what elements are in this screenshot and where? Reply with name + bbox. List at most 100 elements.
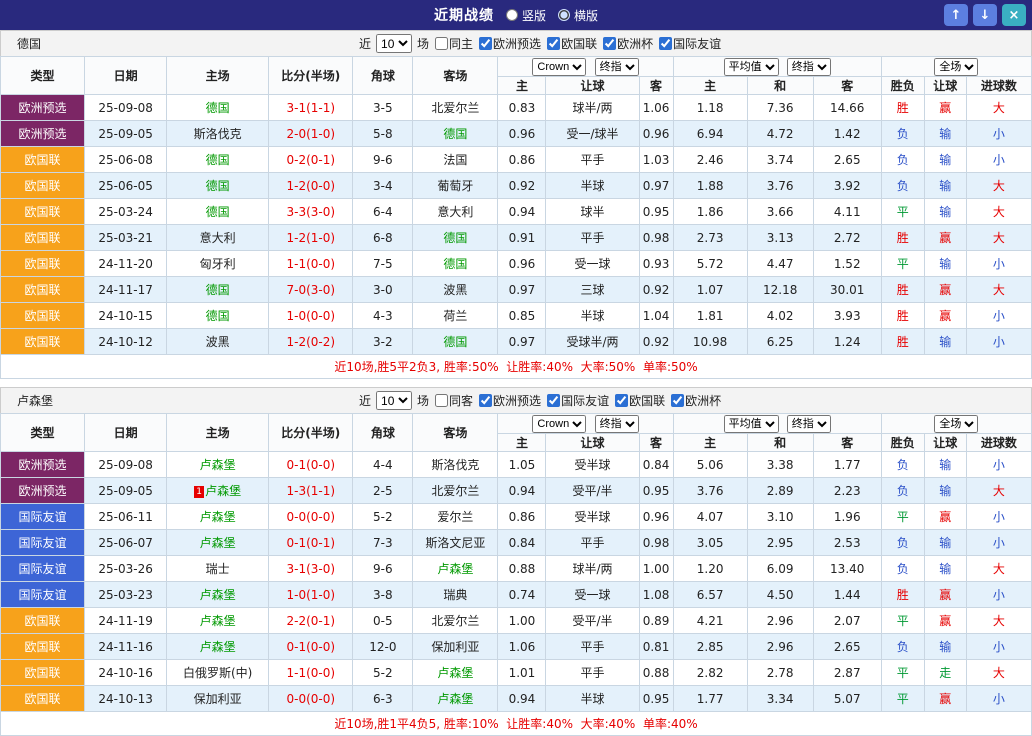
competition-type-badge: 欧国联 xyxy=(1,660,85,686)
competition-checkbox[interactable] xyxy=(547,37,560,50)
asia-odds-time-select[interactable]: 终指 xyxy=(595,415,639,433)
subcol-asia-home: 主 xyxy=(498,434,546,452)
euro-odds-home: 6.94 xyxy=(673,121,747,147)
horizontal-layout-radio[interactable] xyxy=(558,9,570,21)
competition-filter[interactable]: 国际友谊 xyxy=(547,392,609,409)
competition-label: 欧国联 xyxy=(629,392,665,409)
euro-odds-away: 2.65 xyxy=(813,147,881,173)
close-button[interactable]: × xyxy=(1002,4,1026,26)
competition-type-badge: 欧国联 xyxy=(1,251,85,277)
euro-odds-time-select[interactable]: 终指 xyxy=(787,415,831,433)
competition-type-badge: 欧洲预选 xyxy=(1,95,85,121)
col-header-date: 日期 xyxy=(85,414,167,452)
same-venue-checkbox[interactable] xyxy=(435,394,448,407)
move-down-button[interactable]: ↓ xyxy=(973,4,997,26)
competition-checkbox[interactable] xyxy=(479,394,492,407)
match-row: 欧国联25-06-05德国1-2(0-0)3-4葡萄牙0.92半球0.971.8… xyxy=(1,173,1032,199)
competition-checkbox[interactable] xyxy=(615,394,628,407)
competition-checkbox[interactable] xyxy=(479,37,492,50)
corners: 2-5 xyxy=(353,478,413,504)
same-venue-label: 同客 xyxy=(449,392,473,409)
euro-odds-draw: 12.18 xyxy=(747,277,813,303)
col-header-home: 主场 xyxy=(167,414,269,452)
layout-option-horizontal[interactable]: 横版 xyxy=(558,7,598,24)
asia-odds-home: 1.06 xyxy=(498,634,546,660)
score: 3-1(3-0) xyxy=(269,556,353,582)
asia-odds-home: 0.88 xyxy=(498,556,546,582)
result-handicap: 赢 xyxy=(924,608,966,634)
competition-checkbox[interactable] xyxy=(671,394,684,407)
away-team: 德国 xyxy=(413,121,498,147)
asia-odds-away: 0.92 xyxy=(639,329,673,355)
scope-select[interactable]: 全场 xyxy=(934,58,978,76)
corners: 6-8 xyxy=(353,225,413,251)
page-title: 近期战绩 xyxy=(434,5,494,25)
euro-odds-away: 5.07 xyxy=(813,686,881,712)
euro-odds-away: 30.01 xyxy=(813,277,881,303)
match-row: 欧国联24-10-12波黑1-2(0-2)3-2德国0.97受球半/两0.921… xyxy=(1,329,1032,355)
asia-handicap: 受一/球半 xyxy=(546,121,639,147)
asia-handicap: 平手 xyxy=(546,634,639,660)
euro-odds-time-select[interactable]: 终指 xyxy=(787,58,831,76)
horizontal-layout-label: 横版 xyxy=(574,7,598,24)
bookmaker-select[interactable]: Crown xyxy=(532,58,586,76)
competition-checkbox[interactable] xyxy=(659,37,672,50)
bookmaker-select[interactable]: Crown xyxy=(532,415,586,433)
result-handicap: 输 xyxy=(924,147,966,173)
competition-filter[interactable]: 欧洲杯 xyxy=(603,35,653,52)
result-outcome: 平 xyxy=(881,608,924,634)
match-date: 24-10-15 xyxy=(85,303,167,329)
asia-odds-time-select[interactable]: 终指 xyxy=(595,58,639,76)
result-goals: 小 xyxy=(966,329,1031,355)
competition-checkbox[interactable] xyxy=(603,37,616,50)
move-up-button[interactable]: ↑ xyxy=(944,4,968,26)
asia-odds-home: 0.94 xyxy=(498,686,546,712)
euro-odds-away: 2.53 xyxy=(813,530,881,556)
away-team: 德国 xyxy=(413,225,498,251)
competition-type-badge: 国际友谊 xyxy=(1,556,85,582)
home-team: 卢森堡 xyxy=(167,452,269,478)
same-venue-checkbox[interactable] xyxy=(435,37,448,50)
euro-odds-source-select[interactable]: 平均值 xyxy=(724,58,779,76)
euro-odds-home: 2.85 xyxy=(673,634,747,660)
euro-odds-away: 13.40 xyxy=(813,556,881,582)
competition-filter[interactable]: 欧洲预选 xyxy=(479,392,541,409)
asia-odds-home: 0.85 xyxy=(498,303,546,329)
competition-type-badge: 欧国联 xyxy=(1,277,85,303)
asia-odds-away: 0.88 xyxy=(639,660,673,686)
competition-filter[interactable]: 欧国联 xyxy=(547,35,597,52)
result-outcome: 负 xyxy=(881,173,924,199)
team-section-luxembourg: 卢森堡 近 10 场 同客 欧洲预选 国际友谊 欧国联 欧 xyxy=(0,387,1032,736)
euro-odds-source-select[interactable]: 平均值 xyxy=(724,415,779,433)
recent-count-select[interactable]: 10 xyxy=(376,391,412,410)
home-team: 德国 xyxy=(167,173,269,199)
euro-odds-away: 1.44 xyxy=(813,582,881,608)
asia-odds-away: 0.98 xyxy=(639,225,673,251)
scope-select[interactable]: 全场 xyxy=(934,415,978,433)
away-team: 意大利 xyxy=(413,199,498,225)
result-goals: 小 xyxy=(966,530,1031,556)
same-venue-filter[interactable]: 同主 xyxy=(435,35,473,52)
recent-count-select[interactable]: 10 xyxy=(376,34,412,53)
competition-checkbox[interactable] xyxy=(547,394,560,407)
home-team: 意大利 xyxy=(167,225,269,251)
euro-odds-home: 5.06 xyxy=(673,452,747,478)
match-date: 24-11-20 xyxy=(85,251,167,277)
subcol-asia-home: 主 xyxy=(498,77,546,95)
layout-option-vertical[interactable]: 竖版 xyxy=(506,7,546,24)
euro-odds-draw: 2.78 xyxy=(747,660,813,686)
vertical-layout-radio[interactable] xyxy=(506,9,518,21)
competition-filter[interactable]: 欧国联 xyxy=(615,392,665,409)
competition-type-badge: 欧国联 xyxy=(1,303,85,329)
corners: 5-2 xyxy=(353,660,413,686)
home-team: 卢森堡 xyxy=(167,608,269,634)
competition-filter[interactable]: 国际友谊 xyxy=(659,35,721,52)
corners: 4-4 xyxy=(353,452,413,478)
away-team: 北爱尔兰 xyxy=(413,95,498,121)
competition-filter[interactable]: 欧洲杯 xyxy=(671,392,721,409)
result-outcome: 胜 xyxy=(881,95,924,121)
competition-filter[interactable]: 欧洲预选 xyxy=(479,35,541,52)
home-team: 德国 xyxy=(167,303,269,329)
same-venue-filter[interactable]: 同客 xyxy=(435,392,473,409)
asia-odds-away: 1.03 xyxy=(639,147,673,173)
